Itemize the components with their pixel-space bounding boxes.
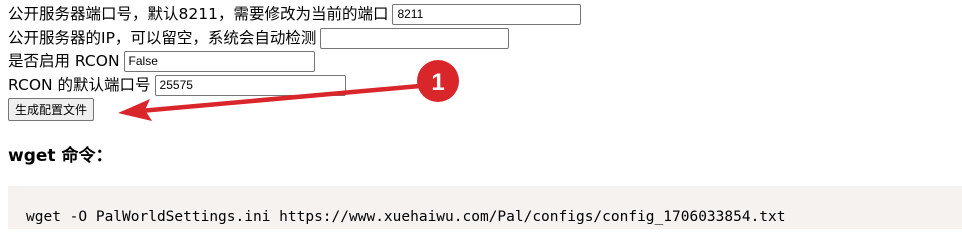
rcon-port-row: RCON 的默认端口号 [8,74,346,96]
rcon-enabled-input[interactable] [123,50,315,72]
ip-row: 公开服务器的IP，可以留空，系统会自动检测 [8,27,510,49]
ip-label: 公开服务器的IP，可以留空，系统会自动检测 [8,29,317,47]
rcon-port-label: RCON 的默认端口号 [8,76,151,94]
ip-input[interactable] [320,27,510,49]
command-block: wget -O PalWorldSettings.ini https://www… [8,186,962,229]
rcon-enabled-label: 是否启用 RCON [8,52,120,70]
port-row: 公开服务器端口号，默认8211，需要修改为当前的端口 [8,3,582,25]
port-input[interactable] [392,3,582,25]
rcon-port-input[interactable] [154,74,346,96]
wget-command-text: wget -O PalWorldSettings.ini https://www… [26,209,786,225]
port-label: 公开服务器端口号，默认8211，需要修改为当前的端口 [8,5,389,23]
wget-heading: wget 命令： [8,146,113,166]
generate-config-button[interactable]: 生成配置文件 [8,98,95,121]
rcon-enabled-row: 是否启用 RCON [8,50,315,72]
annotation-number: 1 [431,69,444,96]
annotation-number-badge: 1 [417,60,459,102]
